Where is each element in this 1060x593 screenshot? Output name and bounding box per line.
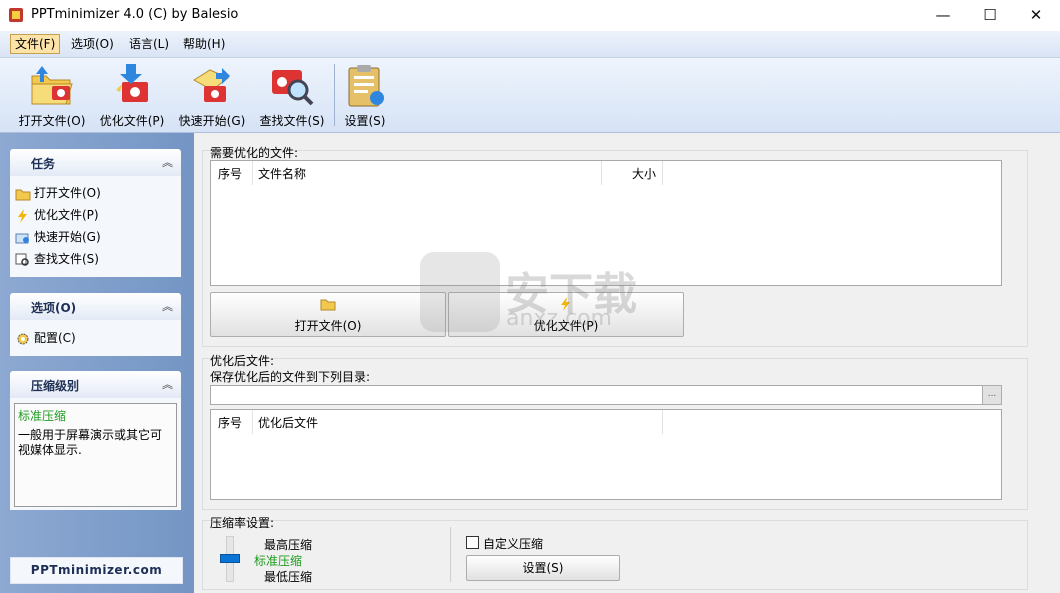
tasks-header[interactable]: 任务 ︽: [10, 149, 181, 176]
level-lowest: 最低压缩: [264, 570, 313, 584]
level-standard: 标准压缩: [254, 554, 303, 568]
option-config[interactable]: 配置(C): [15, 329, 76, 347]
open-file-button-label: 打开文件(O): [294, 319, 362, 333]
lightning-icon: [18, 208, 27, 223]
task-open-label: 打开文件(O): [34, 186, 101, 200]
toolbar-quickstart-label: 快速开始(G): [178, 114, 246, 128]
col-output-file-header[interactable]: 优化后文件: [258, 414, 318, 431]
window-title: PPTminimizer 4.0 (C) by Balesio: [31, 7, 239, 22]
settings-button[interactable]: 设置(S): [466, 555, 620, 581]
menu-bar: 文件(F) 选项(O) 语言(L) 帮助(H): [0, 31, 1060, 58]
tasks-body: 打开文件(O) 优化文件(P) 快速开始(G) 查找文件(S): [10, 176, 181, 277]
col-index-header[interactable]: 序号: [218, 165, 242, 182]
compression-title: 压缩级别: [31, 379, 80, 393]
menu-options[interactable]: 选项(O): [67, 35, 118, 53]
column-divider[interactable]: [662, 410, 663, 434]
task-optimize-file[interactable]: 优化文件(P): [15, 206, 99, 224]
gear-icon: [17, 333, 29, 344]
toolbar: 打开文件(O) 优化文件(P) 快速开始(G) 查找文件(S) 设置(S): [0, 58, 1060, 133]
compression-info-box: 标准压缩 一般用于屏幕演示或其它可视媒体显示.: [14, 403, 177, 507]
option-config-label: 配置(C): [34, 331, 76, 345]
task-optimize-label: 优化文件(P): [34, 208, 99, 222]
output-files-label: 优化后文件:: [210, 354, 275, 368]
toolbar-settings-button[interactable]: 设置(S): [338, 60, 392, 130]
brand-logo: PPTminimizer.com: [10, 557, 183, 584]
column-divider[interactable]: [662, 161, 663, 185]
close-button[interactable]: ✕: [1013, 0, 1059, 31]
column-divider[interactable]: [252, 161, 253, 185]
col-name-header[interactable]: 文件名称: [258, 165, 306, 182]
app-icon: [9, 8, 23, 22]
brand-logo-text: PPTminimizer.com: [30, 563, 163, 577]
menu-language[interactable]: 语言(L): [125, 35, 173, 53]
custom-compression-label: 自定义压缩: [483, 537, 544, 551]
settings-clipboard-icon: [348, 65, 384, 107]
col-index-header[interactable]: 序号: [218, 414, 242, 431]
slider-thumb[interactable]: [220, 554, 240, 563]
task-pane: 任务 ︽ 打开文件(O) 优化文件(P) 快速开始(G) 查找文件(S) 选项(…: [0, 133, 194, 593]
collapse-icon[interactable]: ︽: [162, 298, 173, 314]
tasks-title: 任务: [31, 157, 56, 171]
custom-compression-checkbox[interactable]: [466, 536, 479, 549]
watermark-subtext: anxz.com: [506, 306, 612, 331]
find-file-icon: [272, 70, 314, 106]
optimize-icon: [116, 64, 148, 102]
options-header[interactable]: 选项(O) ︽: [10, 293, 181, 320]
toolbar-find-button[interactable]: 查找文件(S): [256, 60, 328, 130]
toolbar-open-button[interactable]: 打开文件(O): [12, 60, 92, 130]
options-body: 配置(C): [10, 320, 181, 356]
toolbar-optimize-label: 优化文件(P): [99, 114, 165, 128]
toolbar-settings-label: 设置(S): [344, 114, 386, 128]
toolbar-separator: [334, 64, 335, 126]
task-find-label: 查找文件(S): [34, 252, 99, 266]
group-divider: [450, 527, 451, 582]
compression-level-name: 标准压缩: [18, 409, 67, 423]
column-divider[interactable]: [601, 161, 602, 185]
toolbar-quickstart-button[interactable]: 快速开始(G): [176, 60, 248, 130]
col-size-header[interactable]: 大小: [632, 165, 656, 182]
task-quickstart-label: 快速开始(G): [34, 230, 101, 244]
task-find-file[interactable]: 查找文件(S): [15, 250, 99, 268]
minimize-button[interactable]: —: [920, 0, 966, 31]
compression-settings-label: 压缩率设置:: [210, 516, 275, 530]
maximize-button[interactable]: ☐: [967, 0, 1013, 31]
find-icon: [15, 253, 29, 266]
menu-help[interactable]: 帮助(H): [179, 35, 229, 53]
open-folder-icon: [320, 299, 336, 311]
open-folder-icon: [15, 189, 31, 200]
open-folder-icon: [31, 66, 73, 105]
output-files-list[interactable]: 序号 优化后文件: [210, 409, 1002, 500]
compression-header[interactable]: 压缩级别 ︽: [10, 371, 181, 398]
output-dir-label: 保存优化后的文件到下列目录:: [210, 370, 371, 384]
title-bar: PPTminimizer 4.0 (C) by Balesio — ☐ ✕: [0, 0, 1060, 32]
collapse-icon[interactable]: ︽: [162, 154, 173, 170]
open-file-button[interactable]: 打开文件(O): [210, 292, 446, 337]
task-open-file[interactable]: 打开文件(O): [15, 184, 101, 202]
quickstart-icon: [193, 68, 230, 102]
column-divider[interactable]: [252, 410, 253, 434]
compression-body: 标准压缩 一般用于屏幕演示或其它可视媒体显示.: [10, 398, 181, 510]
source-files-label: 需要优化的文件:: [210, 146, 299, 160]
compression-description: 一般用于屏幕演示或其它可视媒体显示.: [18, 428, 163, 457]
options-title: 选项(O): [31, 301, 77, 315]
collapse-icon[interactable]: ︽: [162, 376, 173, 392]
toolbar-optimize-button[interactable]: 优化文件(P): [96, 60, 168, 130]
task-quick-start[interactable]: 快速开始(G): [15, 228, 101, 246]
level-highest: 最高压缩: [264, 538, 313, 552]
menu-file[interactable]: 文件(F): [10, 34, 61, 54]
quickstart-icon: [15, 233, 29, 243]
toolbar-open-label: 打开文件(O): [18, 114, 86, 128]
browse-button[interactable]: ...: [982, 385, 1002, 405]
toolbar-find-label: 查找文件(S): [259, 114, 325, 128]
output-directory-input[interactable]: [210, 385, 988, 405]
watermark-shield-icon: [420, 252, 500, 332]
compression-slider[interactable]: [220, 536, 240, 582]
